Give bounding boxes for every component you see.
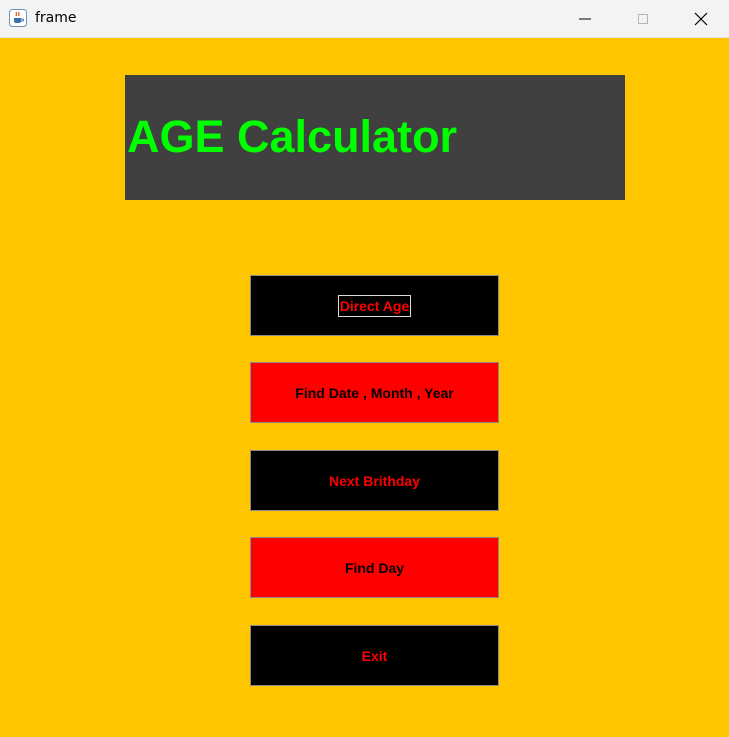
minimize-button[interactable] — [556, 0, 614, 38]
find-date-month-year-label: Find Date , Month , Year — [295, 384, 454, 401]
maximize-button[interactable] — [614, 0, 672, 38]
window-titlebar: frame — [0, 0, 729, 38]
java-cup-icon — [9, 9, 27, 27]
exit-label: Exit — [361, 647, 388, 664]
app-title: AGE Calculator — [127, 111, 458, 162]
close-button[interactable] — [672, 0, 729, 38]
next-birthday-label: Next Brithday — [328, 472, 421, 489]
direct-age-label: Direct Age — [337, 294, 412, 317]
exit-button[interactable]: Exit — [250, 625, 499, 686]
header-panel: AGE Calculator — [125, 75, 625, 200]
minimize-icon — [579, 18, 591, 20]
maximize-icon — [638, 14, 648, 24]
next-birthday-button[interactable]: Next Brithday — [250, 450, 499, 511]
find-day-button[interactable]: Find Day — [250, 537, 499, 598]
direct-age-button[interactable]: Direct Age — [250, 275, 499, 336]
find-date-month-year-button[interactable]: Find Date , Month , Year — [250, 362, 499, 423]
find-day-label: Find Day — [344, 559, 405, 576]
window-title: frame — [35, 10, 77, 26]
close-icon — [694, 12, 708, 26]
